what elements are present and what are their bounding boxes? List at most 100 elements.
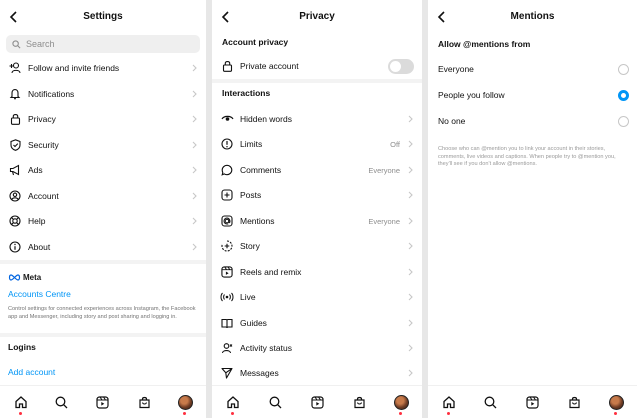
- privacy-item-messages[interactable]: Messages: [212, 363, 422, 383]
- privacy-item-hidden-words[interactable]: Hidden words: [212, 109, 422, 129]
- private-account-toggle[interactable]: [388, 58, 414, 74]
- privacy-item-label: Mentions: [240, 216, 275, 226]
- page-title: Mentions: [510, 11, 555, 22]
- shop-icon[interactable]: [351, 394, 367, 410]
- shop-icon[interactable]: [136, 394, 152, 410]
- allow-mentions-header: Allow @mentions from: [438, 39, 531, 49]
- privacy-item-activity-status[interactable]: Activity status: [212, 338, 422, 358]
- privacy-header: Privacy: [212, 0, 422, 34]
- settings-item-follow[interactable]: Follow and invite friends: [0, 58, 206, 78]
- search-input[interactable]: Search: [6, 35, 200, 53]
- settings-item-label: Account: [28, 191, 59, 201]
- settings-item-notifications[interactable]: Notifications: [0, 84, 206, 104]
- accounts-centre-description: Control settings for connected experienc…: [8, 306, 196, 320]
- radio-button[interactable]: [618, 115, 629, 127]
- settings-item-label: Privacy: [28, 114, 56, 124]
- chevron-right-icon: [406, 293, 414, 301]
- settings-item-privacy[interactable]: Privacy: [0, 109, 206, 129]
- chevron-right-icon: [190, 217, 198, 225]
- profile-avatar[interactable]: [393, 394, 409, 415]
- bottom-tab-bar: [0, 385, 206, 418]
- privacy-item-posts[interactable]: Posts: [212, 185, 422, 205]
- page-title: Settings: [83, 11, 123, 22]
- privacy-item-label: Activity status: [240, 343, 292, 353]
- bell-icon: [8, 87, 22, 101]
- megaphone-icon: [8, 163, 22, 177]
- shop-icon[interactable]: [566, 394, 582, 410]
- privacy-item-label: Story: [240, 241, 260, 251]
- accounts-centre-link[interactable]: Accounts Centre: [8, 289, 71, 299]
- option-label: People you follow: [438, 90, 505, 100]
- settings-item-label: Notifications: [28, 89, 75, 99]
- mentions-header: Mentions: [428, 0, 637, 34]
- profile-avatar[interactable]: [177, 394, 193, 415]
- privacy-item-comments[interactable]: Comments Everyone: [212, 160, 422, 180]
- mentions-help-text: Choose who can @mention you to link your…: [438, 146, 616, 168]
- chevron-right-icon: [406, 242, 414, 250]
- comment-icon: [220, 163, 234, 177]
- reels-icon[interactable]: [309, 394, 325, 410]
- chevron-right-icon: [406, 166, 414, 174]
- radio-button[interactable]: [618, 63, 629, 75]
- reels-icon[interactable]: [95, 394, 111, 410]
- meta-label: Meta: [23, 273, 42, 282]
- notification-dot: [399, 412, 402, 415]
- mention-option-no-one[interactable]: No one: [428, 111, 637, 131]
- privacy-item-live[interactable]: Live: [212, 287, 422, 307]
- search-icon[interactable]: [267, 394, 283, 410]
- privacy-item-story[interactable]: Story: [212, 236, 422, 256]
- search-icon[interactable]: [54, 394, 70, 410]
- reels-icon[interactable]: [524, 394, 540, 410]
- chevron-right-icon: [190, 141, 198, 149]
- live-icon: [220, 290, 234, 304]
- settings-item-label: About: [28, 242, 51, 252]
- privacy-item-value: Everyone: [368, 216, 400, 226]
- logins-header: Logins: [8, 342, 36, 352]
- settings-item-help[interactable]: Help: [0, 211, 206, 231]
- chevron-right-icon: [406, 115, 414, 123]
- chevron-right-icon: [190, 192, 198, 200]
- privacy-item-mentions[interactable]: Mentions Everyone: [212, 211, 422, 231]
- chevron-right-icon: [190, 90, 198, 98]
- search-icon: [12, 39, 21, 48]
- settings-item-ads[interactable]: Ads: [0, 160, 206, 180]
- profile-avatar[interactable]: [608, 394, 624, 415]
- lifebuoy-icon: [8, 214, 22, 228]
- radio-button-selected[interactable]: [618, 89, 629, 101]
- option-label: No one: [438, 116, 466, 126]
- chevron-right-icon: [406, 319, 414, 327]
- avatar: [608, 394, 624, 410]
- privacy-item-label: Guides: [240, 318, 267, 328]
- add-person-icon: [8, 61, 22, 75]
- section-divider: [0, 260, 206, 264]
- send-icon: [220, 366, 234, 380]
- bottom-tab-bar: [428, 385, 637, 418]
- search-icon[interactable]: [483, 394, 499, 410]
- story-icon: [220, 239, 234, 253]
- home-icon[interactable]: [441, 394, 457, 415]
- avatar: [393, 394, 409, 410]
- activity-icon: [220, 341, 234, 355]
- settings-item-security[interactable]: Security: [0, 135, 206, 155]
- chevron-right-icon: [406, 268, 414, 276]
- lock-icon: [8, 112, 22, 126]
- add-account-link[interactable]: Add account: [8, 367, 55, 377]
- home-icon[interactable]: [13, 394, 29, 415]
- privacy-item-label: Limits: [240, 139, 263, 149]
- settings-item-account[interactable]: Account: [0, 186, 206, 206]
- mention-option-everyone[interactable]: Everyone: [428, 59, 637, 79]
- privacy-item-reels[interactable]: Reels and remix: [212, 262, 422, 282]
- at-icon: [220, 214, 234, 228]
- account-privacy-header: Account privacy: [222, 37, 289, 47]
- settings-item-label: Help: [28, 216, 46, 226]
- chevron-right-icon: [406, 140, 414, 148]
- notification-dot: [446, 412, 450, 415]
- mention-option-people-you-follow[interactable]: People you follow: [428, 85, 637, 105]
- eye-icon: [220, 112, 234, 126]
- bottom-tab-bar: [212, 385, 422, 418]
- privacy-item-limits[interactable]: Limits Off: [212, 134, 422, 154]
- settings-item-about[interactable]: About: [0, 237, 206, 257]
- privacy-item-guides[interactable]: Guides: [212, 313, 422, 333]
- home-icon[interactable]: [225, 394, 241, 415]
- privacy-item-label: Messages: [240, 368, 279, 378]
